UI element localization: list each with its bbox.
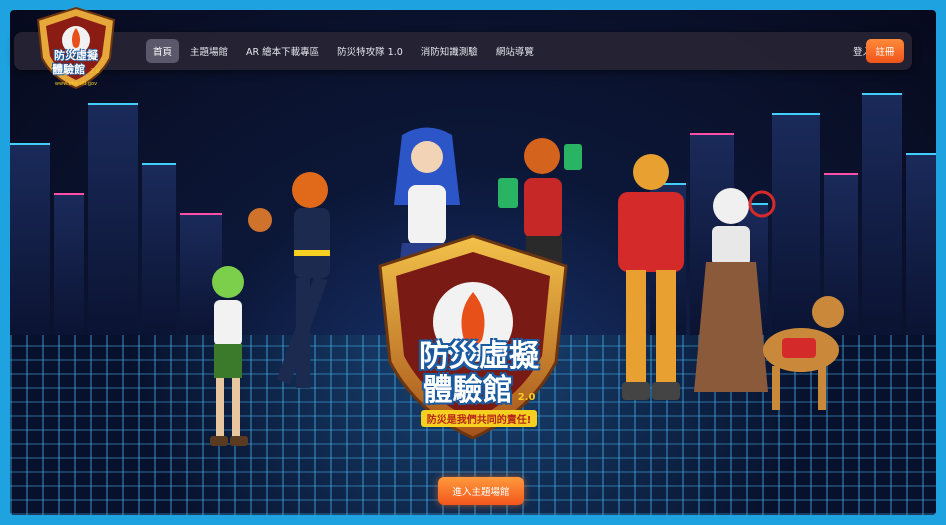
nav-item-fire-quiz[interactable]: 消防知識測驗 (414, 39, 485, 63)
nav-item-disaster-squad[interactable]: 防災特攻隊 1.0 (330, 39, 410, 63)
logo-title-line1: 防災虛擬 (54, 49, 98, 62)
nav-item-theme-halls[interactable]: 主題場館 (183, 39, 235, 63)
logo-url: www.bfvr.tfd.gov (54, 81, 98, 87)
enter-theme-hall-button[interactable]: 進入主題場館 (438, 477, 524, 505)
main-menu: 首頁 主題場館 AR 繪本下載專區 防災特攻隊 1.0 消防知識測驗 網站導覽 (146, 32, 541, 70)
logo-version: 2.0 (90, 68, 100, 75)
hero-banner: 防災虛擬 體驗館 2.0 防災是我們共同的責任! 進入主題場館 (10, 10, 936, 515)
register-button[interactable]: 註冊 (866, 39, 904, 63)
top-navbar: 首頁 主題場館 AR 繪本下載專區 防災特攻隊 1.0 消防知識測驗 網站導覽 … (14, 32, 912, 70)
emblem-title-line2: 體驗館 (422, 373, 513, 408)
character-rescue-dog (763, 296, 844, 410)
site-logo[interactable]: 防災虛擬 體驗館 2.0 www.bfvr.tfd.gov (34, 6, 118, 90)
emblem-version: 2.0 (517, 392, 536, 403)
nav-item-site-map[interactable]: 網站導覽 (489, 39, 541, 63)
emblem-slogan: 防災是我們共同的責任! (420, 410, 538, 427)
logo-title-line2: 體驗館 (52, 63, 86, 76)
nav-item-home[interactable]: 首頁 (146, 39, 180, 63)
emblem-title-line1: 防災虛擬 (419, 339, 539, 374)
nav-item-ar-download[interactable]: AR 繪本下載專區 (239, 39, 326, 63)
character-firefighter (248, 172, 330, 388)
emblem-title: 防災虛擬 體驗館 2.0 防災是我們共同的責任! (394, 340, 564, 427)
